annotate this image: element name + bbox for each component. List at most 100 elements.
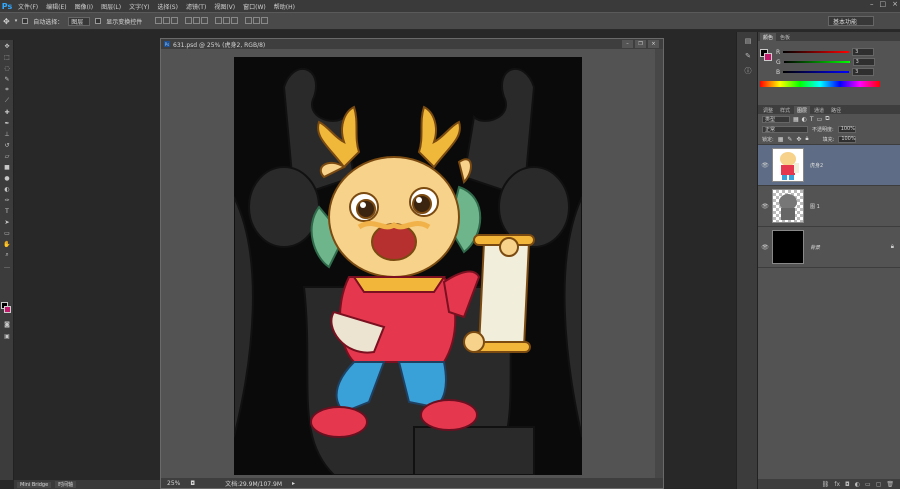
menu-file[interactable]: 文件(F) [14,2,42,11]
clone-stamp-tool-icon[interactable]: ⊥ [1,129,13,139]
tab-color[interactable]: 颜色 [760,33,777,41]
fill-input[interactable]: 100% [838,135,857,143]
filter-adjust-icon[interactable]: ◐ [802,116,807,123]
menu-view[interactable]: 视图(V) [210,2,239,11]
new-group-icon[interactable]: ▭ [865,481,871,488]
lock-transparent-icon[interactable]: ▦ [778,136,784,143]
minimize-button[interactable]: – [870,0,874,8]
tab-adjustments[interactable]: 调整 [760,106,776,114]
eraser-tool-icon[interactable]: ▱ [1,151,13,161]
menu-image[interactable]: 图像(I) [71,2,97,11]
align-left-icon[interactable] [185,16,193,24]
crop-tool-icon[interactable]: ⌗ [1,85,13,95]
tool-preset-chevron-icon[interactable]: ▾ [15,18,18,24]
transform-controls-checkbox[interactable] [95,18,102,24]
lock-all-icon[interactable]: 🔒︎ [805,135,808,143]
tab-styles[interactable]: 样式 [777,106,793,114]
layer-name[interactable]: 虎身2 [810,162,823,169]
filter-smart-icon[interactable]: ⧉ [825,115,829,123]
layer-row-selected[interactable]: 👁︎ 虎身2 [758,145,900,186]
align-right-icon[interactable] [201,16,209,24]
menu-layer[interactable]: 图层(L) [97,2,125,11]
menu-filter[interactable]: 滤镜(T) [182,2,210,11]
status-menu-arrow-icon[interactable]: ▸ [292,480,295,487]
add-mask-icon[interactable]: ◘ [845,481,850,488]
vertical-scrollbar[interactable] [655,49,663,480]
auto-select-checkbox[interactable] [22,18,29,24]
dodge-tool-icon[interactable]: ◐ [1,184,13,194]
color-spectrum-bar[interactable] [760,81,880,87]
tab-paths[interactable]: 路径 [828,106,844,114]
visibility-eye-icon[interactable]: 👁︎ [758,203,772,210]
close-button[interactable]: × [892,0,898,8]
blue-slider[interactable] [783,71,850,73]
new-layer-icon[interactable]: ▢ [876,481,882,488]
move-tool-icon[interactable]: ✥ [1,41,13,51]
delete-layer-icon[interactable]: 🗑︎ [886,481,894,488]
more-tools-icon[interactable]: … [1,261,13,271]
healing-tool-icon[interactable]: ✚ [1,107,13,117]
quick-select-tool-icon[interactable]: ✎ [1,74,13,84]
filter-type-icon[interactable]: T [810,116,814,123]
layer-name[interactable]: 背景 [810,244,820,251]
color-bg-swatch[interactable] [764,53,772,61]
mini-bridge-tab[interactable]: Mini Bridge [17,481,52,488]
doc-close-button[interactable]: × [648,40,659,48]
menu-help[interactable]: 帮助(H) [270,2,299,11]
adjustment-layer-icon[interactable]: ◐ [855,481,860,488]
link-layers-icon[interactable]: ⛓ [822,481,830,488]
shape-tool-icon[interactable]: ▭ [1,228,13,238]
canvas[interactable] [234,57,582,475]
marquee-tool-icon[interactable]: ⬚ [1,52,13,62]
tab-channels[interactable]: 通道 [811,106,827,114]
history-panel-icon[interactable]: ▤ [741,35,755,47]
quick-mask-icon[interactable]: ◙ [1,319,13,329]
distribute-vcenter-icon[interactable] [223,16,231,24]
layer-filter-dropdown[interactable]: 类型 [762,115,790,123]
align-hcenter-icon[interactable] [193,16,201,24]
lock-pixels-icon[interactable]: ✎ [787,136,792,143]
green-value-input[interactable]: 3 [852,58,875,66]
layer-row[interactable]: 👁︎ 背景 🔒︎ [758,227,900,268]
blue-value-input[interactable]: 3 [852,68,875,76]
visibility-eye-icon[interactable]: 👁︎ [758,244,772,251]
zoom-tool-icon[interactable]: ⌕ [1,250,13,260]
auto-select-dropdown[interactable]: 图层 [68,16,91,26]
align-bottom-icon[interactable] [171,16,179,24]
blur-tool-icon[interactable]: ● [1,173,13,183]
green-slider[interactable] [783,61,850,63]
background-color-swatch[interactable] [4,306,11,313]
brush-tool-icon[interactable]: ✒ [1,118,13,128]
visibility-eye-icon[interactable]: 👁︎ [758,162,772,169]
lasso-tool-icon[interactable]: ◌ [1,63,13,73]
blend-mode-dropdown[interactable]: 正常 [762,125,808,133]
zoom-level[interactable]: 25% [167,480,180,487]
align-vcenter-icon[interactable] [163,16,171,24]
layer-style-icon[interactable]: fx [834,481,840,488]
align-top-icon[interactable] [155,16,163,24]
distribute-hcenter-icon[interactable] [253,16,261,24]
timeline-tab[interactable]: 时间轴 [55,481,77,488]
info-panel-icon[interactable]: ⓘ [741,65,755,77]
filter-shape-icon[interactable]: ▭ [817,116,823,123]
history-brush-tool-icon[interactable]: ↺ [1,140,13,150]
filter-pixel-icon[interactable]: ▦ [793,116,799,123]
red-slider[interactable] [783,51,850,53]
lock-position-icon[interactable]: ✥ [796,136,801,143]
pen-tool-icon[interactable]: ✑ [1,195,13,205]
menu-edit[interactable]: 编辑(E) [42,2,70,11]
layer-name[interactable]: 图 1 [810,203,820,210]
menu-window[interactable]: 窗口(W) [239,2,270,11]
gradient-tool-icon[interactable]: ■ [1,162,13,172]
tab-swatches[interactable]: 色板 [777,33,793,41]
red-value-input[interactable]: 3 [852,48,875,56]
hand-tool-icon[interactable]: ✋ [1,239,13,249]
screen-mode-icon[interactable]: ▣ [1,331,13,341]
menu-type[interactable]: 文字(Y) [125,2,153,11]
distribute-top-icon[interactable] [215,16,223,24]
layer-row[interactable]: 👁︎ 图 1 [758,186,900,227]
menu-select[interactable]: 选择(S) [153,2,182,11]
eyedropper-tool-icon[interactable]: ⟋ [1,96,13,106]
type-tool-icon[interactable]: T [1,206,13,216]
workspace-dropdown[interactable]: 基本功能 [828,16,874,26]
